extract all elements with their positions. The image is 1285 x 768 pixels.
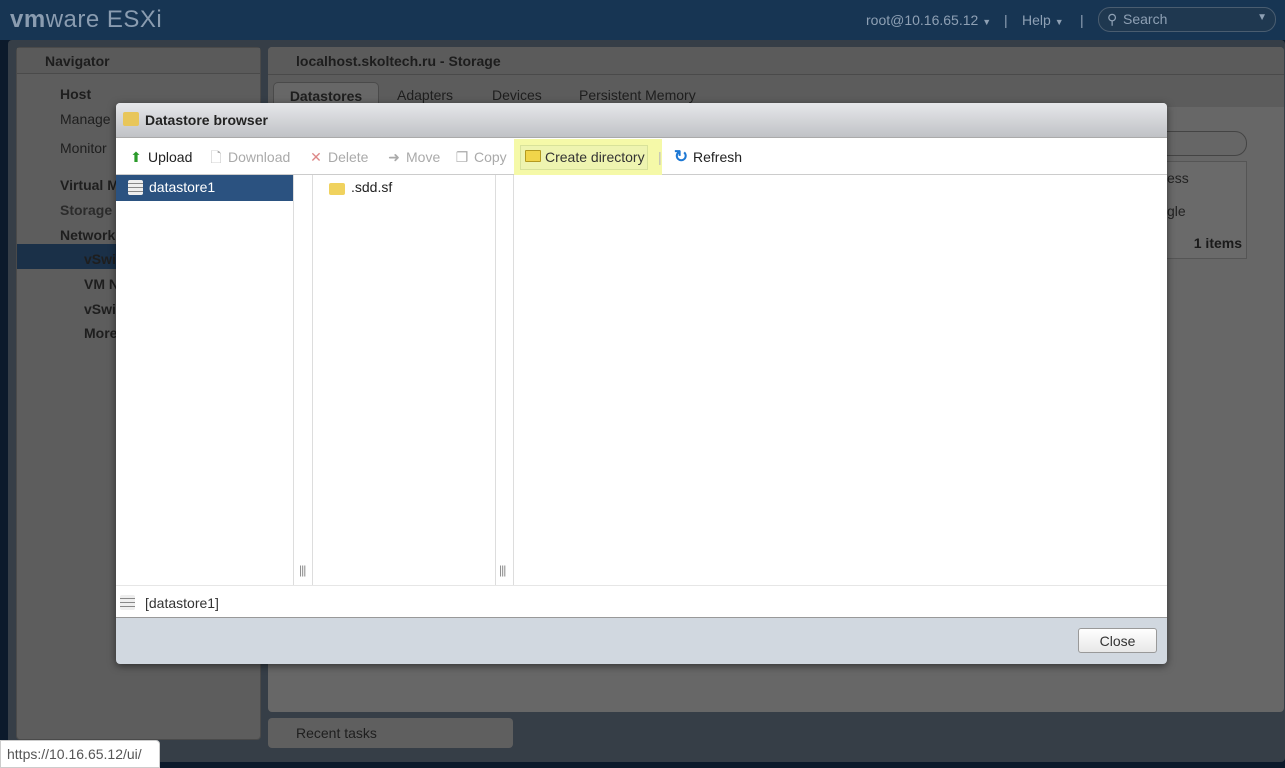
upload-arrow-icon: ⬆ <box>130 149 142 165</box>
nav-item-vswitch[interactable]: vSwi <box>84 251 116 267</box>
new-folder-icon <box>525 149 541 165</box>
close-button[interactable]: Close <box>1078 628 1157 653</box>
refresh-button[interactable]: ↻ Refresh <box>673 147 742 166</box>
datastore-browser-dialog: Datastore browser ⬆ Upload 🗋 Download ✕ Del… <box>116 103 1167 664</box>
user-menu[interactable]: root@10.16.65.12 ▼ <box>866 12 991 28</box>
tab-devices[interactable]: Devices <box>492 87 542 103</box>
folder-list: .sdd.sf ||| <box>312 175 506 585</box>
nav-item-more[interactable]: More <box>84 325 117 341</box>
datastore-icon <box>128 180 143 195</box>
recent-tasks-panel[interactable]: Recent tasks <box>268 718 513 748</box>
nav-item-monitor[interactable]: Monitor <box>60 140 107 156</box>
delete-icon: ✕ <box>310 149 322 165</box>
filter-input[interactable] <box>1166 131 1247 156</box>
upload-button[interactable]: ⬆ Upload <box>128 149 192 165</box>
nav-item-vswitch[interactable]: vSwi <box>84 301 116 317</box>
toolbar: ⬆ Upload 🗋 Download ✕ Delete ➜ Move ❐ Copy Cr… <box>116 138 1167 182</box>
folder-search-icon <box>123 112 139 126</box>
nav-item-host[interactable]: Host <box>60 86 91 102</box>
column-header[interactable]: ess <box>1167 170 1189 186</box>
top-bar: vmware ESXi root@10.16.65.12 ▼ | Help ▼ … <box>0 0 1285 40</box>
search-input[interactable]: ⚲ Search ▼ <box>1098 7 1276 32</box>
folder-item[interactable]: .sdd.sf <box>313 175 495 201</box>
divider <box>513 175 514 585</box>
caret-down-icon: ▼ <box>982 17 992 27</box>
divider: | <box>1004 12 1008 28</box>
search-icon: ⚲ <box>1107 11 1118 27</box>
copy-button[interactable]: ❐ Copy <box>454 149 507 165</box>
vmware-esxi-logo: vmware ESXi <box>10 6 163 33</box>
download-icon: 🗋 <box>210 149 222 165</box>
copy-icon: ❐ <box>455 149 469 165</box>
nav-item-storage[interactable]: Storage <box>60 202 112 218</box>
item-count: 1 items <box>1193 235 1242 251</box>
tab-adapters[interactable]: Adapters <box>397 87 453 103</box>
divider: | <box>1080 12 1084 28</box>
datastore-item[interactable]: datastore1 <box>116 175 293 201</box>
path-bar: [datastore1] <box>116 585 1167 618</box>
browser-columns: datastore1 ||| .sdd.sf ||| <box>116 175 1167 585</box>
datastore-list: datastore1 ||| <box>116 175 306 585</box>
column-resize-handle[interactable]: ||| <box>299 563 306 577</box>
grid-cell[interactable]: gle <box>1167 203 1186 219</box>
divider: | <box>658 149 662 165</box>
download-button[interactable]: 🗋 Download <box>208 149 290 165</box>
folder-icon <box>329 183 345 195</box>
caret-down-icon: ▼ <box>1257 12 1267 23</box>
panel-title: localhost.skoltech.ru - Storage <box>296 53 501 69</box>
navigator-title: Navigator <box>45 53 110 69</box>
dialog-title: Datastore browser <box>145 112 268 128</box>
nav-item-virtual-machines[interactable]: Virtual M <box>60 177 119 193</box>
nav-item-networking[interactable]: Networki <box>60 227 119 243</box>
tab-persistent-memory[interactable]: Persistent Memory <box>579 87 696 103</box>
caret-down-icon: ▼ <box>1054 17 1064 27</box>
create-directory-button[interactable]: Create directory <box>525 149 645 165</box>
column-resize-handle[interactable]: ||| <box>499 563 506 577</box>
nav-item-vm-network[interactable]: VM N <box>84 276 119 292</box>
move-icon: ➜ <box>388 149 400 165</box>
datastore-icon <box>120 595 135 610</box>
nav-item-manage[interactable]: Manage <box>60 111 111 127</box>
delete-button[interactable]: ✕ Delete <box>308 149 368 165</box>
move-button[interactable]: ➜ Move <box>386 149 440 165</box>
status-url-tooltip: https://10.16.65.12/ui/ <box>0 740 160 768</box>
help-menu[interactable]: Help ▼ <box>1022 12 1064 28</box>
refresh-icon: ↻ <box>673 147 689 166</box>
datastores-grid: ess gle 1 items <box>1166 161 1247 259</box>
